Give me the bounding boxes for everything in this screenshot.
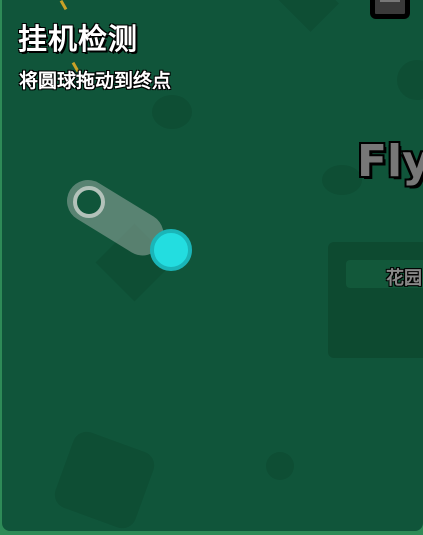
captcha-title: 挂机检测	[18, 22, 139, 56]
bg-shape	[152, 95, 192, 129]
card-label: 花园	[386, 268, 422, 289]
captcha-instruction: 将圆球拖动到终点	[19, 70, 172, 92]
bg-shape	[275, 0, 339, 32]
captcha-panel: Fly 花园 挂机检测 将圆球拖动到终点	[2, 0, 423, 531]
bg-shape	[266, 452, 294, 480]
background-title-fragment: Fly	[357, 136, 423, 187]
background-card: 花园	[328, 242, 423, 358]
drag-ball[interactable]	[150, 229, 192, 271]
bg-shape	[397, 60, 423, 100]
start-target-ring	[73, 186, 105, 218]
bg-shape	[50, 427, 159, 531]
bag-icon	[370, 0, 410, 19]
leaf-icon	[59, 0, 68, 11]
bg-shape	[322, 165, 362, 195]
